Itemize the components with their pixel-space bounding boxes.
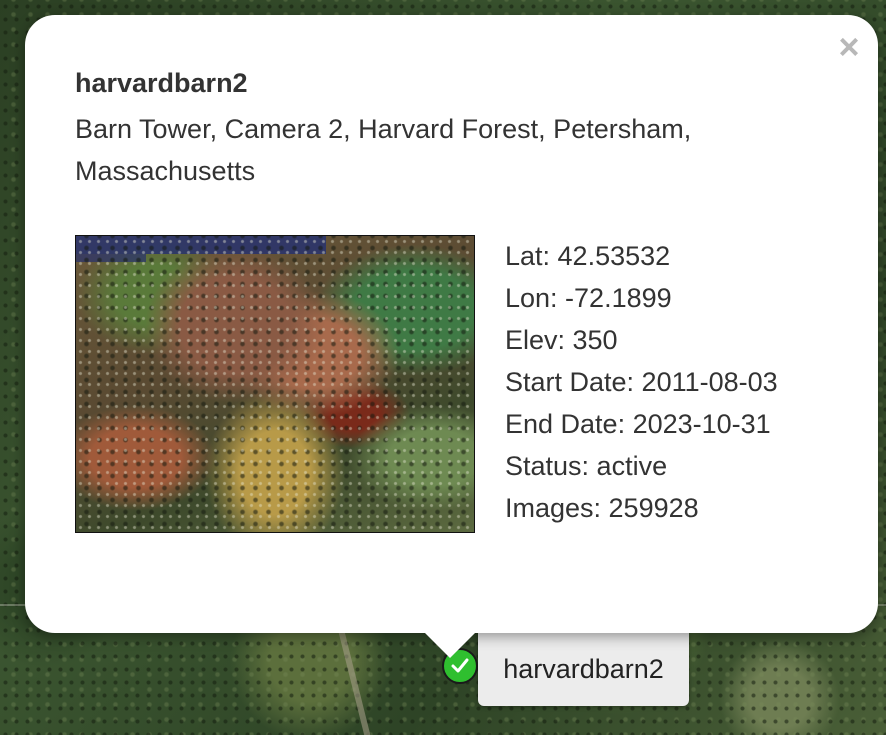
camera-description: Barn Tower, Camera 2, Harvard Forest, Pe… [75, 114, 692, 186]
longitude: Lon: -72.1899 [505, 283, 672, 313]
foliage-texture [76, 236, 474, 532]
status: Status: active [505, 451, 668, 481]
webcam-thumbnail[interactable] [75, 235, 475, 533]
popup-tip [424, 632, 476, 658]
camera-details: Lat: 42.53532 Lon: -72.1899 Elev: 350 St… [505, 235, 778, 529]
close-button[interactable]: × [832, 29, 866, 65]
checkmark-icon [451, 658, 469, 673]
latitude: Lat: 42.53532 [505, 241, 671, 271]
image-count: Images: 259928 [505, 493, 699, 523]
elevation: Elev: 350 [505, 325, 618, 355]
marker-label[interactable]: harvardbarn2 [478, 632, 689, 706]
start-date: Start Date: 2011-08-03 [505, 367, 778, 397]
end-date: End Date: 2023-10-31 [505, 409, 771, 439]
camera-name: harvardbarn2 [75, 68, 248, 98]
